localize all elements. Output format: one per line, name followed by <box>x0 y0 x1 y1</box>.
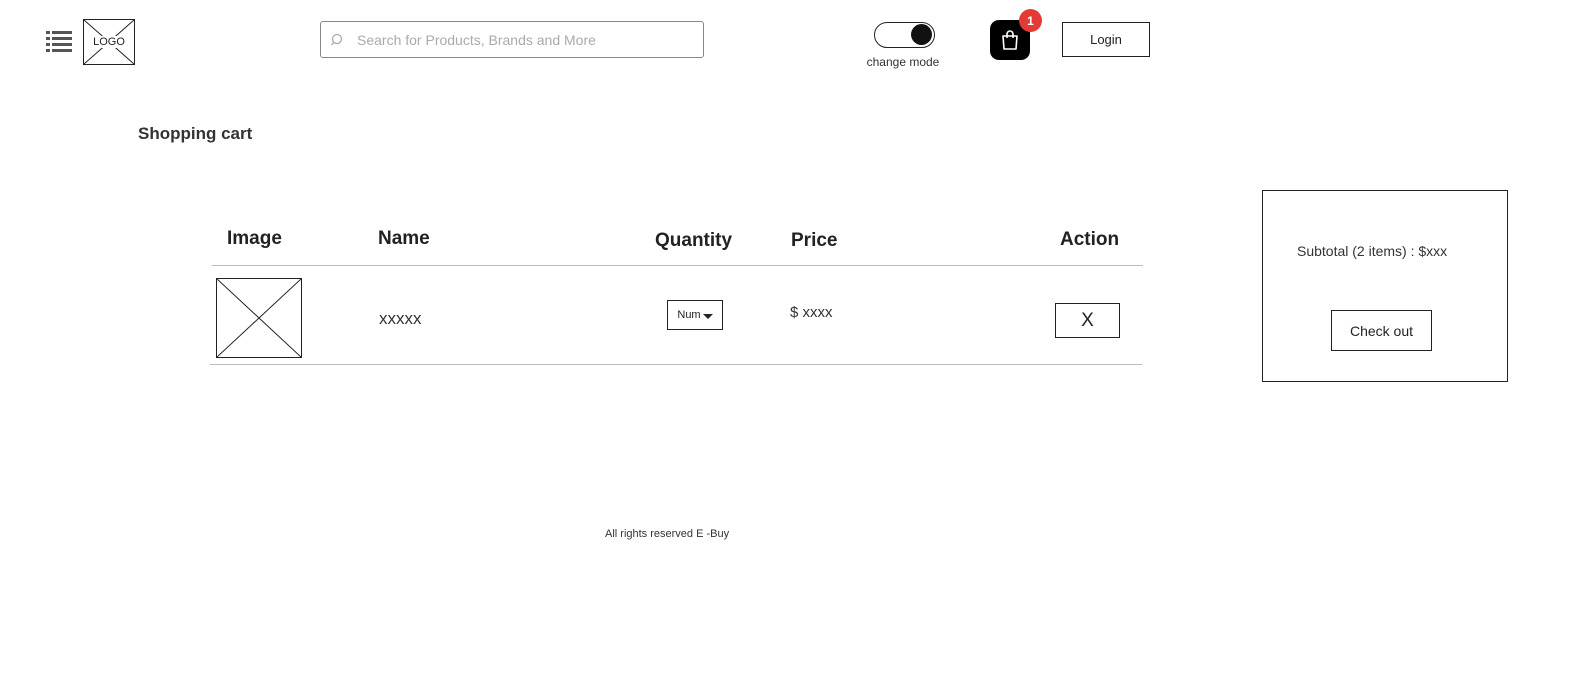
quantity-value: Num <box>677 309 701 321</box>
table-divider <box>212 265 1143 266</box>
quantity-select[interactable]: Num <box>667 300 723 330</box>
product-image-placeholder <box>216 278 302 358</box>
column-header-image: Image <box>227 228 282 249</box>
footer-text: All rights reserved E -Buy <box>605 528 730 540</box>
search-input[interactable] <box>355 30 703 49</box>
checkout-button[interactable]: Check out <box>1331 310 1432 351</box>
logo-text: LOGO <box>92 36 126 48</box>
column-header-price: Price <box>791 230 838 251</box>
search-bar[interactable] <box>320 21 704 58</box>
search-icon <box>331 33 343 45</box>
logo[interactable]: LOGO <box>83 19 135 65</box>
cart-count-badge: 1 <box>1019 9 1042 32</box>
table-divider <box>210 364 1142 365</box>
product-price: $ xxxx <box>790 304 833 321</box>
toggle-label: change mode <box>866 55 940 69</box>
login-button[interactable]: Login <box>1062 22 1150 57</box>
product-name: xxxxx <box>379 309 422 328</box>
column-header-action: Action <box>1060 229 1120 250</box>
toggle-knob <box>911 24 932 45</box>
column-header-quantity: Quantity <box>655 230 733 251</box>
menu-list-icon[interactable] <box>46 30 72 52</box>
mode-toggle[interactable] <box>874 22 935 48</box>
column-header-name: Name <box>378 228 430 249</box>
remove-item-button[interactable]: X <box>1055 303 1120 338</box>
shopping-bag-icon <box>1002 30 1018 50</box>
order-summary-box <box>1262 190 1508 382</box>
page-title: Shopping cart <box>138 124 253 143</box>
subtotal-text: Subtotal (2 items) : $xxx <box>1297 243 1448 259</box>
caret-down-icon <box>702 314 713 319</box>
